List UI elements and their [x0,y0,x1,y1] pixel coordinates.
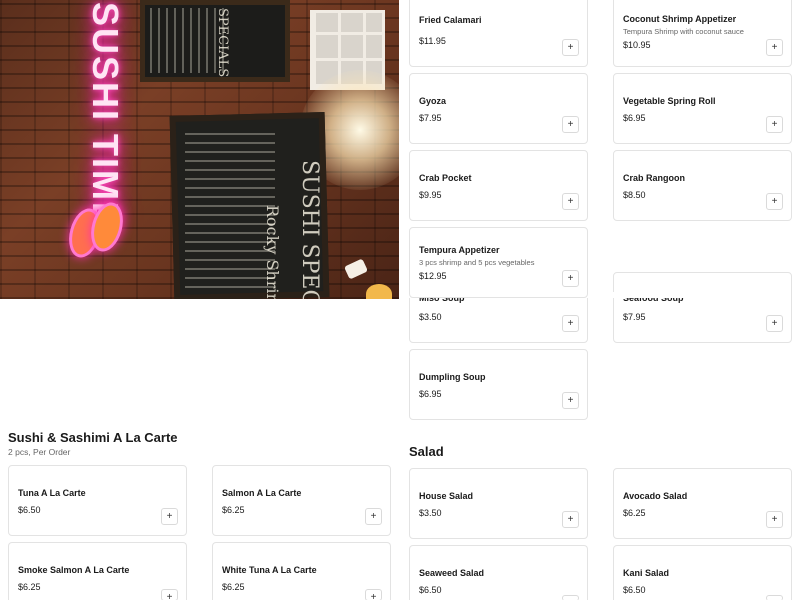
add-button[interactable]: + [562,270,579,287]
restaurant-photo: SPECIALS SUSHI SPECIALS Rocky Shrimp SUS… [0,0,399,299]
menu-item-salmon[interactable]: Salmon A La Carte $6.25 + [212,465,391,536]
item-name: Salmon A La Carte [222,488,302,498]
item-name: Fried Calamari [419,15,482,25]
item-price: $12.95 [419,271,447,281]
chalkboard-item-text: Rocky Shrimp [263,205,282,299]
item-price: $6.95 [623,113,646,123]
menu-item-fried-calamari[interactable]: Fried Calamari $11.95 + [409,0,588,67]
add-button[interactable]: + [562,193,579,210]
chalkboard-main-text: SUSHI SPECIALS [297,160,322,299]
item-name: White Tuna A La Carte [222,565,317,575]
add-button[interactable]: + [562,116,579,133]
item-price: $10.95 [623,40,651,50]
add-button[interactable]: + [365,508,382,525]
item-name: Vegetable Spring Roll [623,96,716,106]
item-price: $6.25 [222,505,245,515]
add-button[interactable]: + [766,511,783,528]
menu-item-vegetable-spring-roll[interactable]: Vegetable Spring Roll $6.95 + [613,73,792,144]
neon-sushi-icon [64,198,128,262]
item-price: $7.95 [623,312,646,322]
section-subtitle-sushi: 2 pcs, Per Order [8,447,71,457]
menu-item-house-salad[interactable]: House Salad $3.50 + [409,468,588,539]
item-name: Smoke Salmon A La Carte [18,565,130,575]
item-price: $9.95 [419,190,442,200]
menu-item-coconut-shrimp[interactable]: Coconut Shrimp Appetizer Tempura Shrimp … [613,0,792,67]
add-button[interactable] [562,595,579,600]
item-name: Tuna A La Carte [18,488,86,498]
item-name: Gyoza [419,96,447,106]
add-button[interactable]: + [766,193,783,210]
menu-item-dumpling-soup[interactable]: Dumpling Soup $6.95 + [409,349,588,420]
add-button[interactable]: + [766,39,783,56]
hand [366,284,392,299]
item-price: $6.25 [222,582,245,592]
menu-item-tempura-appetizer[interactable]: Tempura Appetizer 3 pcs shrimp and 5 pcs… [409,227,588,298]
item-description: 3 pcs shrimp and 5 pcs vegetables [419,258,535,267]
menu-item-crab-pocket[interactable]: Crab Pocket $9.95 + [409,150,588,221]
item-price: $8.50 [623,190,646,200]
item-name: House Salad [419,491,474,501]
section-title-sushi: Sushi & Sashimi A La Carte [8,430,178,445]
menu-item-white-tuna[interactable]: White Tuna A La Carte $6.25 + [212,542,391,600]
menu-item-gyoza[interactable]: Gyoza $7.95 + [409,73,588,144]
item-name: Kani Salad [623,568,670,578]
chalk-writing [185,128,275,288]
item-name: Coconut Shrimp Appetizer [623,14,737,24]
item-name: Tempura Appetizer [419,245,500,255]
item-price: $6.25 [18,582,41,592]
section-title-salad: Salad [409,444,444,459]
item-price: $7.95 [419,113,442,123]
item-name: Crab Pocket [419,173,472,183]
add-button[interactable]: + [365,589,382,600]
item-price: $6.50 [623,585,646,595]
menu-item-crab-rangoon[interactable]: Crab Rangoon $8.50 + [613,150,792,221]
menu-item-avocado-salad[interactable]: Avocado Salad $6.25 + [613,468,792,539]
item-name: Seaweed Salad [419,568,485,578]
menu-item-seafood-soup[interactable]: Seafood Soup $7.95 + [613,272,792,343]
menu-item-smoke-salmon[interactable]: Smoke Salmon A La Carte $6.25 + [8,542,187,600]
add-button[interactable]: + [161,508,178,525]
add-button[interactable]: + [161,589,178,600]
menu-item-tuna[interactable]: Tuna A La Carte $6.50 + [8,465,187,536]
add-button[interactable]: + [562,511,579,528]
item-name: Dumpling Soup [419,372,486,382]
menu-item-kani-salad[interactable]: Kani Salad $6.50 [613,545,792,600]
item-price: $3.50 [419,312,442,322]
add-button[interactable]: + [562,392,579,409]
add-button[interactable] [766,595,783,600]
add-button[interactable]: + [562,315,579,332]
item-name: Avocado Salad [623,491,688,501]
item-name: Crab Rangoon [623,173,685,183]
add-button[interactable]: + [562,39,579,56]
menu-item-seaweed-salad[interactable]: Seaweed Salad $6.50 [409,545,588,600]
item-price: $3.50 [419,508,442,518]
neon-sign: SUSHI TIME [85,2,126,229]
chalkboard-top-text: SPECIALS [215,8,230,78]
item-price: $6.50 [18,505,41,515]
item-price: $6.25 [623,508,646,518]
item-price: $11.95 [419,36,446,46]
add-button[interactable]: + [766,315,783,332]
item-description: Tempura Shrimp with coconut sauce [623,27,744,36]
add-button[interactable]: + [766,116,783,133]
item-price: $6.95 [419,389,442,399]
item-price: $6.50 [419,585,442,595]
